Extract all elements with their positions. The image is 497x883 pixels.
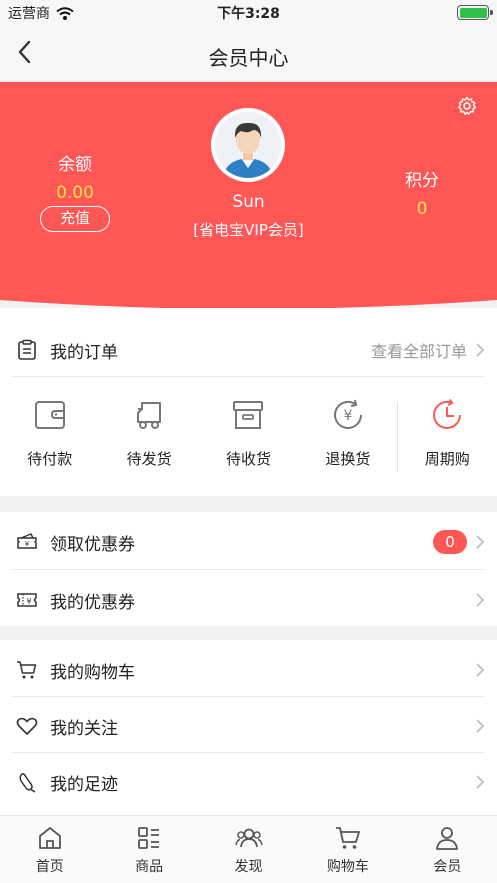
clock-cycle-icon bbox=[433, 399, 462, 429]
my-follows-row[interactable]: 我的关注 bbox=[12, 698, 485, 754]
view-all-orders-link[interactable]: 查看全部订单 bbox=[371, 338, 467, 362]
tab-products[interactable]: 商品 bbox=[99, 816, 198, 883]
heart-icon bbox=[16, 717, 38, 735]
my-coupons-row[interactable]: ¥ 我的优惠券 bbox=[12, 572, 485, 628]
tab-home[interactable]: 首页 bbox=[0, 816, 99, 883]
divider bbox=[12, 752, 485, 753]
status-time: 下午3:28 bbox=[217, 6, 280, 22]
coupon-icon: ¥ bbox=[17, 593, 37, 607]
tab-label: 购物车 bbox=[326, 859, 369, 875]
box-icon bbox=[233, 401, 264, 429]
products-icon bbox=[138, 827, 160, 849]
cart-icon bbox=[335, 827, 360, 849]
delivery-truck-icon bbox=[137, 402, 162, 429]
order-pending-receipt[interactable]: 待收货 bbox=[199, 378, 298, 496]
avatar[interactable] bbox=[211, 108, 285, 182]
order-status-items: 待付款 待发货 待收货 ¥ 退换货 周期购 bbox=[0, 378, 497, 496]
chevron-right-icon bbox=[476, 719, 485, 733]
tab-member[interactable]: 会员 bbox=[398, 816, 497, 883]
order-pending-payment[interactable]: 待付款 bbox=[0, 378, 99, 496]
shortcuts-card: 我的购物车 我的关注 我的足迹 bbox=[0, 640, 497, 815]
order-item-label: 待发货 bbox=[126, 450, 172, 468]
user-avatar-icon bbox=[215, 112, 281, 178]
home-icon bbox=[38, 827, 61, 849]
divider bbox=[12, 569, 485, 570]
member-center-page: 运营商 下午3:28 会员中心 余额 0.00 充值 Sun [省电宝VIP会员… bbox=[0, 0, 497, 883]
order-pending-shipment[interactable]: 待发货 bbox=[99, 378, 198, 496]
coupon-count-badge: 0 bbox=[433, 530, 467, 554]
chevron-right-icon bbox=[476, 775, 485, 789]
discover-icon bbox=[234, 828, 263, 848]
cart-icon bbox=[17, 661, 37, 679]
divider bbox=[12, 376, 485, 377]
order-item-label: 退换货 bbox=[325, 450, 371, 468]
points-block[interactable]: 积分 0 bbox=[392, 166, 452, 219]
tab-label: 商品 bbox=[135, 859, 164, 875]
divider bbox=[12, 696, 485, 697]
tab-cart[interactable]: 购物车 bbox=[298, 816, 397, 883]
status-bar: 运营商 下午3:28 bbox=[0, 0, 497, 24]
points-label: 积分 bbox=[405, 171, 439, 191]
chevron-right-icon bbox=[476, 593, 485, 607]
my-history-label: 我的足迹 bbox=[50, 774, 118, 795]
order-item-label: 待收货 bbox=[225, 450, 271, 468]
orders-card: 我的订单 查看全部订单 待付款 待发货 待收货 ¥ 退换货 周期购 bbox=[0, 308, 497, 496]
page-title: 会员中心 bbox=[208, 46, 289, 70]
svg-text:¥: ¥ bbox=[343, 408, 352, 424]
my-orders-row[interactable]: 我的订单 查看全部订单 bbox=[12, 322, 485, 378]
order-list-icon bbox=[18, 339, 36, 360]
order-item-label: 周期购 bbox=[424, 450, 470, 468]
nav-bar: 会员中心 bbox=[0, 24, 497, 82]
chevron-right-icon bbox=[476, 663, 485, 677]
my-coupons-label: 我的优惠券 bbox=[50, 592, 135, 613]
tab-discover[interactable]: 发现 bbox=[199, 816, 298, 883]
member-icon bbox=[436, 827, 459, 850]
svg-text:¥: ¥ bbox=[25, 540, 30, 548]
battery-icon bbox=[457, 5, 493, 20]
coupon-get-icon: ¥ bbox=[17, 533, 37, 549]
points-value: 0 bbox=[416, 199, 428, 219]
chevron-right-icon bbox=[476, 343, 485, 357]
balance-label: 余额 bbox=[58, 155, 92, 175]
svg-text:¥: ¥ bbox=[26, 597, 31, 606]
settings-gear-icon[interactable] bbox=[457, 96, 477, 116]
coupons-card: ¥ 领取优惠券 0 ¥ 我的优惠券 bbox=[0, 512, 497, 626]
order-item-label: 待付款 bbox=[27, 450, 73, 468]
tab-label: 首页 bbox=[35, 859, 64, 875]
my-orders-label: 我的订单 bbox=[50, 342, 118, 363]
vertical-divider bbox=[397, 402, 398, 472]
order-refund[interactable]: ¥ 退换货 bbox=[298, 378, 397, 496]
chevron-right-icon bbox=[476, 535, 485, 549]
profile-header: 余额 0.00 充值 Sun [省电宝VIP会员] 积分 0 bbox=[0, 82, 497, 308]
tab-label: 发现 bbox=[234, 859, 263, 875]
get-coupons-label: 领取优惠券 bbox=[50, 534, 135, 555]
tab-bar: 首页 商品 发现 购物车 会员 bbox=[0, 815, 497, 883]
my-cart-label: 我的购物车 bbox=[50, 662, 135, 683]
member-level: [省电宝VIP会员] bbox=[193, 221, 304, 239]
my-cart-row[interactable]: 我的购物车 bbox=[12, 642, 485, 698]
my-history-row[interactable]: 我的足迹 bbox=[12, 754, 485, 810]
order-periodic-purchase[interactable]: 周期购 bbox=[398, 378, 497, 496]
tab-label: 会员 bbox=[433, 859, 462, 875]
get-coupons-row[interactable]: ¥ 领取优惠券 0 bbox=[12, 514, 485, 570]
footprint-icon bbox=[19, 773, 36, 793]
refund-icon: ¥ bbox=[333, 399, 362, 429]
my-follows-label: 我的关注 bbox=[50, 718, 118, 739]
wallet-icon bbox=[34, 401, 65, 429]
